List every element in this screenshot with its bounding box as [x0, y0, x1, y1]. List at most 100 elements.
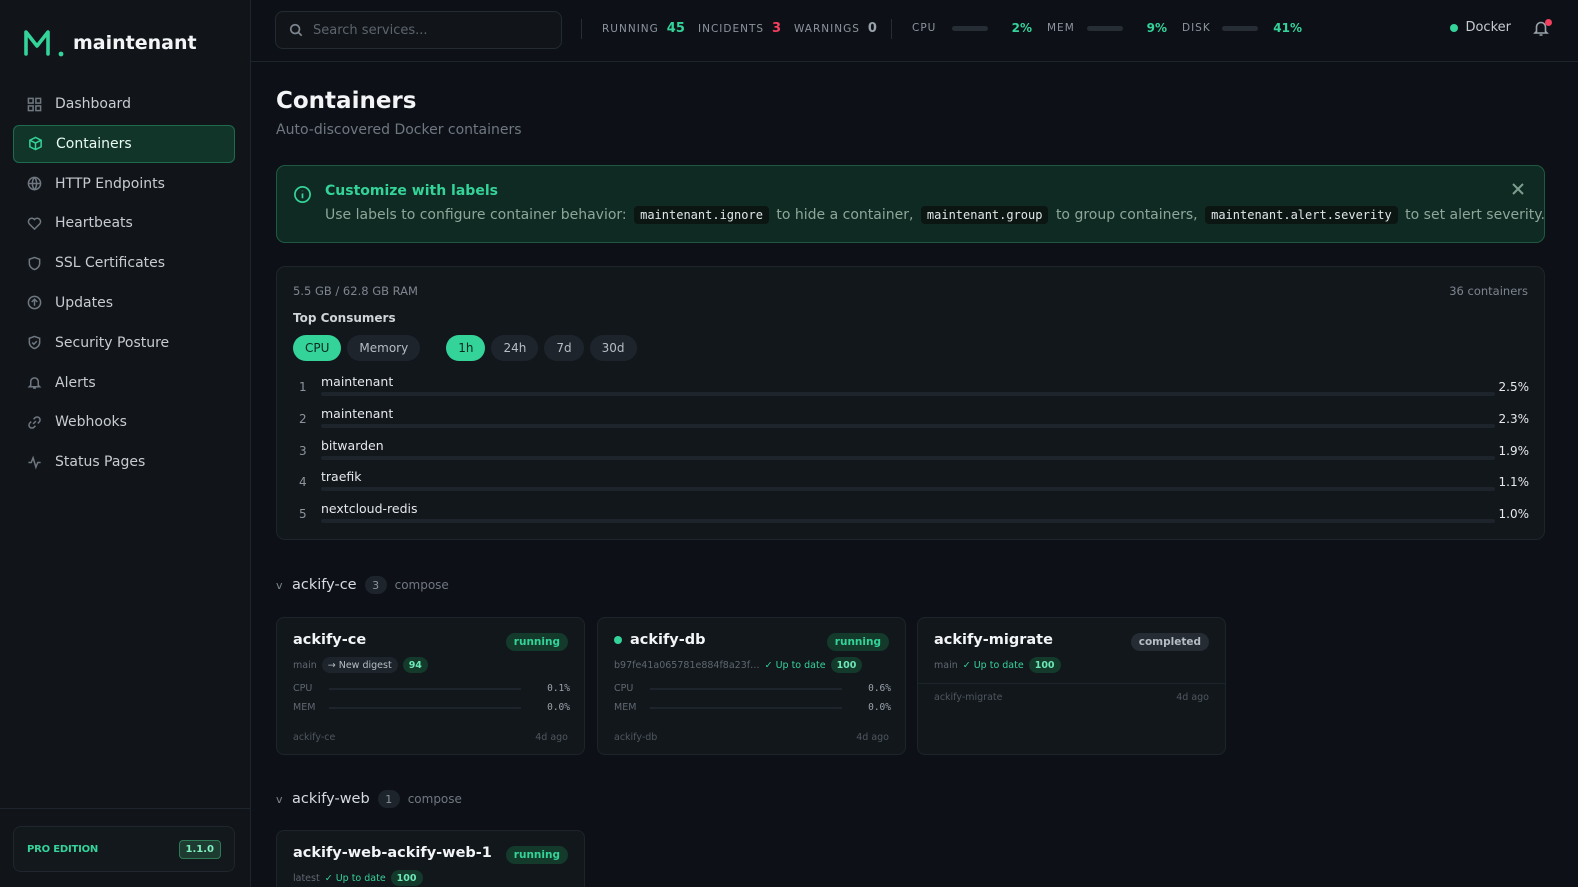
- sidebar-item-label: Alerts: [55, 374, 96, 391]
- container-card[interactable]: ackify-ce running main → New digest 94 CP…: [276, 617, 585, 755]
- container-name: ackify-db: [614, 632, 706, 648]
- group-header[interactable]: v ackify-ce 3 compose: [276, 576, 449, 594]
- consumer-row[interactable]: 5 nextcloud-redis 1.0%: [293, 498, 1529, 530]
- update-status: ✓ Up to date: [325, 873, 386, 884]
- container-card[interactable]: ackify-migrate completed main ✓ Up to dat…: [917, 617, 1226, 755]
- running-value: 45: [666, 21, 685, 36]
- consumer-name: nextcloud-redis: [321, 501, 418, 517]
- logo-icon: [24, 30, 64, 57]
- label-code: maintenant.alert.severity: [1205, 206, 1398, 224]
- container-card[interactable]: ackify-db running b97fe41a065781e884f8a2…: [597, 617, 906, 755]
- search-icon: [289, 23, 303, 37]
- usage-bar: [321, 423, 1495, 428]
- mem-track: [329, 707, 521, 709]
- range-tab-1h[interactable]: 1h: [446, 335, 486, 361]
- group-name: ackify-ce: [292, 577, 357, 593]
- sidebar-item-security-posture[interactable]: Security Posture: [13, 324, 235, 362]
- sidebar-item-label: Security Posture: [55, 334, 170, 351]
- status-badge: running: [505, 633, 568, 651]
- check-icon: ✓: [764, 659, 773, 671]
- consumer-name: traefik: [321, 469, 362, 485]
- range-tab-24h[interactable]: 24h: [491, 335, 539, 361]
- banner-title: Customize with labels: [325, 183, 498, 199]
- search-box[interactable]: [275, 11, 562, 49]
- divider: [581, 19, 582, 39]
- chevron-down-icon[interactable]: v: [276, 579, 284, 592]
- mem-track: [650, 707, 842, 709]
- consumer-row[interactable]: 2 maintenant 2.3%: [293, 403, 1529, 435]
- sidebar-item-containers[interactable]: Containers: [13, 124, 235, 163]
- consumer-row[interactable]: 1 maintenant 2.5%: [293, 371, 1529, 403]
- status-badge: running: [505, 846, 568, 864]
- cpu-label: CPU: [614, 683, 634, 694]
- update-text: Up to date: [775, 659, 826, 671]
- sidebar-item-alerts[interactable]: Alerts: [13, 364, 235, 402]
- sidebar-item-webhooks[interactable]: Webhooks: [13, 403, 235, 441]
- globe-icon: [26, 176, 42, 192]
- version-badge: 1.1.0: [178, 839, 221, 859]
- cpu-meter: CPU 2%: [912, 21, 1032, 35]
- info-icon: [293, 185, 313, 205]
- sidebar-item-status-pages[interactable]: Status Pages: [13, 443, 235, 481]
- mem-value: 9%: [1146, 21, 1167, 35]
- incidents-stat[interactable]: INCIDENTS 3: [698, 21, 781, 36]
- usage-value: 1.1%: [1498, 475, 1530, 490]
- close-icon[interactable]: [1511, 182, 1527, 198]
- runtime-label: Docker: [1465, 20, 1511, 35]
- consumer-row[interactable]: 3 bitwarden 1.9%: [293, 435, 1529, 467]
- notifications-button[interactable]: [1532, 19, 1552, 39]
- rank: 5: [299, 507, 307, 522]
- sidebar-item-dashboard[interactable]: Dashboard: [13, 85, 235, 123]
- info-banner: Customize with labels Use labels to conf…: [276, 165, 1545, 243]
- consumer-row[interactable]: 4 traefik 1.1%: [293, 466, 1529, 498]
- warnings-stat[interactable]: WARNINGS 0: [794, 21, 877, 36]
- filter-pills: CPU Memory 1h 24h 7d 30d: [293, 335, 643, 361]
- container-card[interactable]: ackify-web-ackify-web-1 running latest ✓…: [276, 830, 585, 887]
- metric-tab-cpu[interactable]: CPU: [293, 335, 342, 361]
- service-name: ackify-db: [614, 732, 658, 743]
- metric-tab-memory[interactable]: Memory: [347, 335, 421, 361]
- link-icon: [26, 414, 42, 430]
- banner-text: Use labels to configure container behavi…: [325, 206, 1545, 224]
- container-meta: b97fe41a065781e884f8a23f… ✓ Up to date 10…: [614, 657, 863, 673]
- sidebar-item-heartbeats[interactable]: Heartbeats: [13, 204, 235, 242]
- cpu-track: [329, 688, 521, 690]
- service-name: ackify-migrate: [934, 692, 1003, 703]
- runtime-status[interactable]: Docker: [1450, 20, 1511, 35]
- usage-value: 1.0%: [1498, 507, 1530, 522]
- cpu-track: [650, 688, 842, 690]
- warnings-value: 0: [867, 21, 877, 36]
- group-header[interactable]: v ackify-web 1 compose: [276, 790, 462, 808]
- mem-usage-row: MEM 0.0%: [614, 702, 891, 714]
- ram-usage: 5.5 GB / 62.8 GB RAM: [293, 284, 418, 298]
- sidebar-item-ssl-certificates[interactable]: SSL Certificates: [13, 244, 235, 282]
- shield-icon: [26, 255, 42, 271]
- image-digest: b97fe41a065781e884f8a23f…: [614, 659, 760, 671]
- range-tab-7d[interactable]: 7d: [544, 335, 584, 361]
- image-tag: latest: [293, 872, 320, 884]
- dashboard-icon: [26, 96, 42, 112]
- container-name: ackify-web-ackify-web-1: [293, 845, 492, 861]
- sidebar-item-label: Status Pages: [55, 454, 146, 471]
- incidents-label: INCIDENTS: [698, 22, 765, 35]
- update-text: New digest: [338, 659, 392, 671]
- disk-bar: [1222, 25, 1258, 31]
- arrow-right-icon: →: [327, 659, 336, 671]
- rank: 2: [299, 411, 307, 426]
- range-tab-30d[interactable]: 30d: [589, 335, 637, 361]
- search-input[interactable]: [313, 22, 543, 38]
- panel-title: Top Consumers: [293, 311, 396, 325]
- page-title: Containers: [276, 88, 417, 114]
- cpu-bar: [952, 25, 988, 31]
- container-name: ackify-migrate: [934, 632, 1053, 648]
- sidebar-item-http-endpoints[interactable]: HTTP Endpoints: [13, 165, 235, 203]
- status-badge: completed: [1130, 633, 1209, 651]
- sidebar-item-label: Dashboard: [55, 96, 131, 112]
- bell-icon: [26, 375, 42, 391]
- running-stat[interactable]: RUNNING 45: [602, 21, 685, 36]
- chevron-down-icon[interactable]: v: [276, 793, 284, 806]
- edition-box[interactable]: PRO EDITION 1.1.0: [13, 826, 235, 872]
- sidebar-item-updates[interactable]: Updates: [13, 284, 235, 322]
- brand[interactable]: maintenant: [24, 28, 197, 58]
